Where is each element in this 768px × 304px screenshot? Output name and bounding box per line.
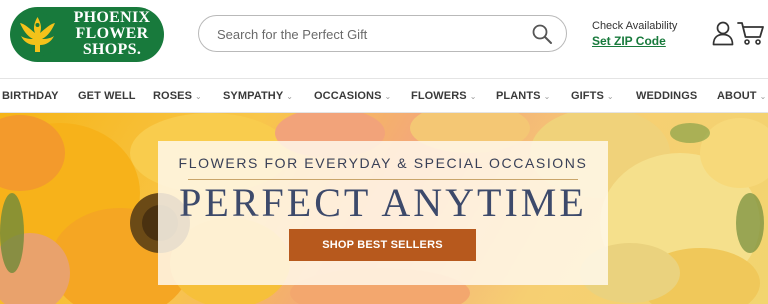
nav-item-label: SYMPATHY [223,90,284,102]
shop-best-sellers-button[interactable]: SHOP BEST SELLERS [289,229,476,261]
nav-item-label: OCCASIONS [314,90,382,102]
hero-eyebrow: FLOWERS FOR EVERYDAY & SPECIAL OCCASIONS [178,155,588,171]
chevron-down-icon: ⌄ [195,92,202,101]
user-icon[interactable] [711,20,735,46]
nav-item-label: GIFTS [571,90,604,102]
nav-item-label: ROSES [153,90,193,102]
nav-item-occasions[interactable]: OCCASIONS ⌄ [314,79,391,114]
nav-item-label: GET WELL [78,90,136,102]
set-zip-code-link[interactable]: Set ZIP Code [592,33,692,49]
chevron-down-icon: ⌄ [286,92,294,101]
site-header: PHOENIX FLOWER SHOPS. Check Availability… [0,0,768,78]
nav-item-label: ABOUT [717,90,757,102]
nav-item-birthday[interactable]: BIRTHDAY [2,79,59,114]
nav-item-plants[interactable]: PLANTS ⌄ [496,79,550,114]
chevron-down-icon: ⌄ [543,92,551,101]
check-availability-label: Check Availability [592,20,678,32]
hero-promo-card: FLOWERS FOR EVERYDAY & SPECIAL OCCASIONS… [158,141,608,285]
chevron-down-icon: ⌄ [606,92,614,101]
nav-item-flowers[interactable]: FLOWERS ⌄ [411,79,477,114]
nav-item-label: BIRTHDAY [2,90,59,102]
nav-item-gifts[interactable]: GIFTS ⌄ [571,79,614,114]
search-input[interactable] [217,25,517,43]
nav-item-about[interactable]: ABOUT ⌄ [717,79,766,114]
brand-logo[interactable]: PHOENIX FLOWER SHOPS. [10,7,164,62]
chevron-down-icon: ⌄ [384,92,392,101]
nav-item-label: FLOWERS [411,90,467,102]
phoenix-emblem-icon [15,12,60,57]
chevron-down-icon: ⌄ [759,92,767,101]
nav-item-label: WEDDINGS [636,90,698,102]
nav-item-roses[interactable]: ROSES ⌄ [153,79,202,114]
logo-line-2: FLOWER [75,25,149,42]
search-bar [198,15,567,52]
nav-item-sympathy[interactable]: SYMPATHY ⌄ [223,79,293,114]
nav-item-label: PLANTS [496,90,541,102]
logo-wordmark: PHOENIX FLOWER SHOPS. [64,10,160,58]
nav-item-get-well[interactable]: GET WELL [78,79,136,114]
hero-title: PERFECT ANYTIME [179,180,587,225]
logo-line-1: PHOENIX [73,9,151,26]
cart-icon[interactable] [737,20,765,46]
zip-availability: Check Availability Set ZIP Code [592,19,692,49]
hero-banner: FLOWERS FOR EVERYDAY & SPECIAL OCCASIONS… [0,113,768,304]
search-icon[interactable] [530,22,554,46]
chevron-down-icon: ⌄ [469,92,477,101]
main-navigation: BIRTHDAY GET WELL ROSES ⌄ SYMPATHY ⌄ OCCAS… [0,78,768,113]
logo-line-3: SHOPS. [82,41,142,58]
nav-item-weddings[interactable]: WEDDINGS [636,79,697,114]
